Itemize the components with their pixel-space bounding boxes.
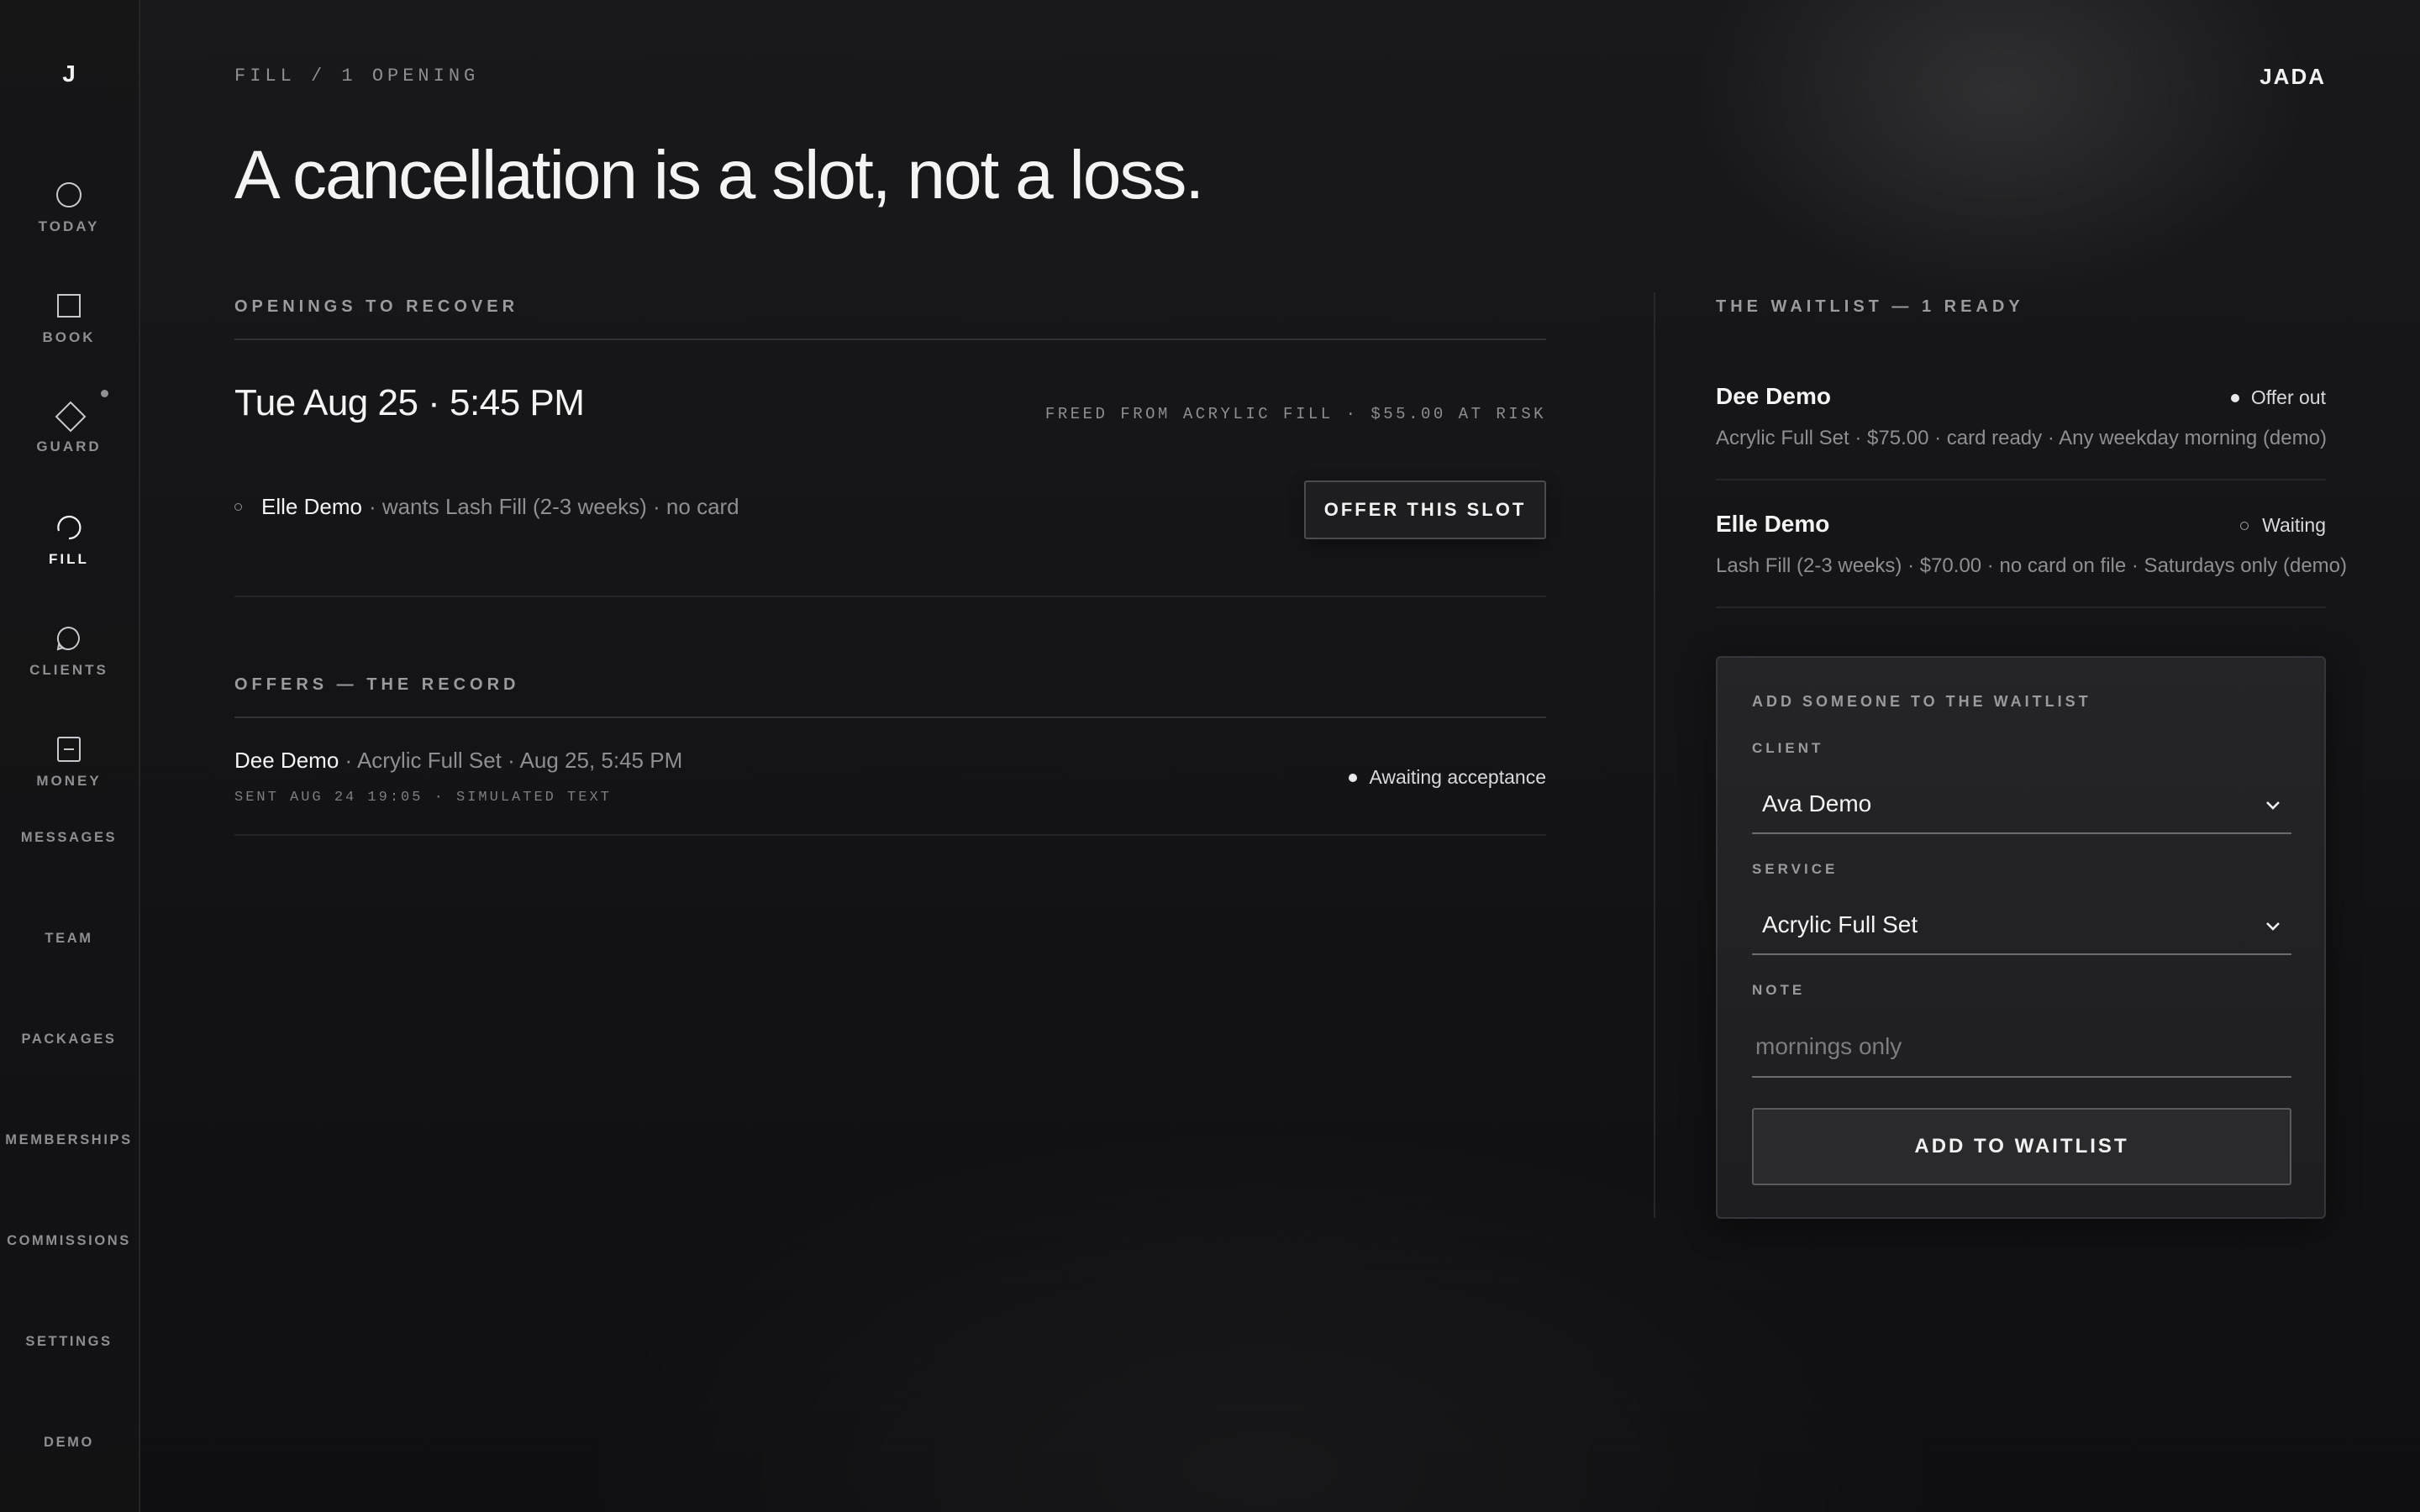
offer-row: Dee Demo · Acrylic Full Set · Aug 25, 5:… (234, 748, 682, 774)
sidebar-item-fill[interactable]: FILL (0, 512, 138, 568)
offer-client-name: Dee Demo (234, 748, 339, 773)
waitlist-item[interactable]: Dee Demo Offer out Acrylic Full Set · $7… (1716, 383, 2327, 450)
sidebar-item-commissions[interactable]: COMMISSIONS (0, 1233, 138, 1249)
sidebar-item-label: FILL (49, 551, 89, 567)
chat-bubble-icon (54, 623, 84, 654)
sidebar-item-money[interactable]: MONEY (0, 734, 138, 790)
column-divider (1654, 292, 1655, 1218)
sidebar-item-label: DEMO (44, 1435, 94, 1450)
sidebar-item-label: TEAM (45, 931, 93, 946)
page-title: A cancellation is a slot, not a loss. (234, 137, 1204, 213)
card-title: ADD SOMEONE TO THE WAITLIST (1752, 693, 2091, 710)
breadcrumb: FILL / 1 OPENING (234, 66, 480, 87)
chevron-down-icon (2263, 794, 2283, 814)
offer-detail: · Acrylic Full Set · Aug 25, 5:45 PM (339, 748, 683, 773)
sidebar-item-label: COMMISSIONS (7, 1233, 131, 1248)
waitlist-status-label: Offer out (2250, 386, 2326, 408)
opening-meta: FREED FROM ACRYLIC FILL · $55.00 AT RISK (1044, 405, 1546, 423)
sidebar-item-label: SETTINGS (25, 1334, 113, 1349)
sidebar-item-clients[interactable]: CLIENTS (0, 623, 138, 679)
minus-square-icon (54, 734, 84, 764)
waitlist-status: Offer out (2230, 386, 2326, 409)
service-select-value: Acrylic Full Set (1762, 911, 1918, 937)
note-label: NOTE (1752, 982, 1806, 998)
status-dot-icon (1349, 773, 1358, 782)
waitlist-detail: Acrylic Full Set · $75.00 · card ready ·… (1716, 427, 2327, 449)
divider (234, 717, 1546, 718)
opening-datetime: Tue Aug 25 · 5:45 PM (234, 382, 585, 423)
sidebar-item-label: PACKAGES (21, 1032, 117, 1047)
brand-name: JADA (2260, 64, 2326, 89)
service-select[interactable]: Acrylic Full Set (1752, 896, 2291, 955)
client-select-value: Ava Demo (1762, 790, 1872, 816)
sidebar-item-team[interactable]: TEAM (0, 931, 138, 947)
offer-status: Awaiting acceptance (1349, 766, 1546, 789)
divider (234, 596, 1546, 597)
sidebar-item-today[interactable]: TODAY (0, 180, 138, 235)
sidebar-item-demo[interactable]: DEMO (0, 1435, 138, 1451)
candidate-row: Elle Demo · wants Lash Fill (2-3 weeks) … (234, 494, 739, 520)
waitlist-detail: Lash Fill (2-3 weeks) · $70.00 · no card… (1716, 554, 2347, 577)
waitlist-status: Waiting (2240, 514, 2326, 537)
add-to-waitlist-button[interactable]: ADD TO WAITLIST (1752, 1108, 2291, 1185)
offers-section-label: OFFERS — THE RECORD (234, 675, 520, 694)
sidebar-item-label: BOOK (42, 329, 96, 345)
waitlist-item[interactable]: Elle Demo Waiting Lash Fill (2-3 weeks) … (1716, 511, 2347, 578)
note-input[interactable] (1752, 1017, 2291, 1078)
diamond-icon (54, 400, 87, 433)
notification-dot (101, 390, 108, 397)
offer-slot-button[interactable]: OFFER THIS SLOT (1304, 480, 1546, 539)
bullet-icon (234, 503, 242, 511)
sidebar-item-label: MESSAGES (20, 830, 118, 845)
refresh-arc-icon (54, 512, 84, 543)
sidebar-item-messages[interactable]: MESSAGES (0, 830, 138, 846)
divider (1716, 479, 2326, 480)
circle-icon (54, 180, 84, 210)
waitlist-section-label: THE WAITLIST — 1 READY (1716, 297, 2024, 316)
candidate-detail: · wants Lash Fill (2-3 weeks) · no card (368, 494, 739, 519)
openings-section-label: OPENINGS TO RECOVER (234, 297, 519, 316)
candidate-name: Elle Demo (261, 494, 362, 519)
divider (234, 834, 1546, 836)
sidebar-item-label: MONEY (36, 773, 102, 789)
sidebar-item-label: TODAY (38, 218, 100, 234)
sidebar-item-label: GUARD (36, 438, 102, 454)
add-waitlist-card: ADD SOMEONE TO THE WAITLIST CLIENT Ava D… (1716, 656, 2326, 1219)
app-logo[interactable]: J (0, 60, 138, 87)
divider (234, 339, 1546, 340)
square-icon (54, 291, 84, 321)
chevron-down-icon (2263, 915, 2283, 935)
status-ring-icon (2240, 521, 2249, 530)
status-dot-icon (2230, 393, 2239, 402)
service-label: SERVICE (1752, 861, 1839, 877)
sidebar-item-book[interactable]: BOOK (0, 291, 138, 346)
sidebar-item-guard[interactable]: GUARD (0, 400, 138, 455)
sidebar-item-memberships[interactable]: MEMBERSHIPS (0, 1132, 138, 1148)
sidebar-item-label: CLIENTS (29, 662, 108, 678)
waitlist-status-label: Waiting (2262, 514, 2326, 536)
offer-sent-meta: SENT AUG 24 19:05 · SIMULATED TEXT (234, 790, 612, 806)
divider (1716, 606, 2326, 608)
sidebar-item-settings[interactable]: SETTINGS (0, 1334, 138, 1350)
sidebar-item-packages[interactable]: PACKAGES (0, 1032, 138, 1047)
offer-status-label: Awaiting acceptance (1369, 766, 1546, 788)
client-select[interactable]: Ava Demo (1752, 775, 2291, 834)
sidebar-item-label: MEMBERSHIPS (5, 1132, 133, 1147)
sidebar: J TODAY BOOK GUARD FILL CLIENTS MONEY ME… (0, 0, 140, 1512)
client-label: CLIENT (1752, 740, 1824, 756)
waitlist-client-name: Elle Demo (1716, 511, 1830, 537)
